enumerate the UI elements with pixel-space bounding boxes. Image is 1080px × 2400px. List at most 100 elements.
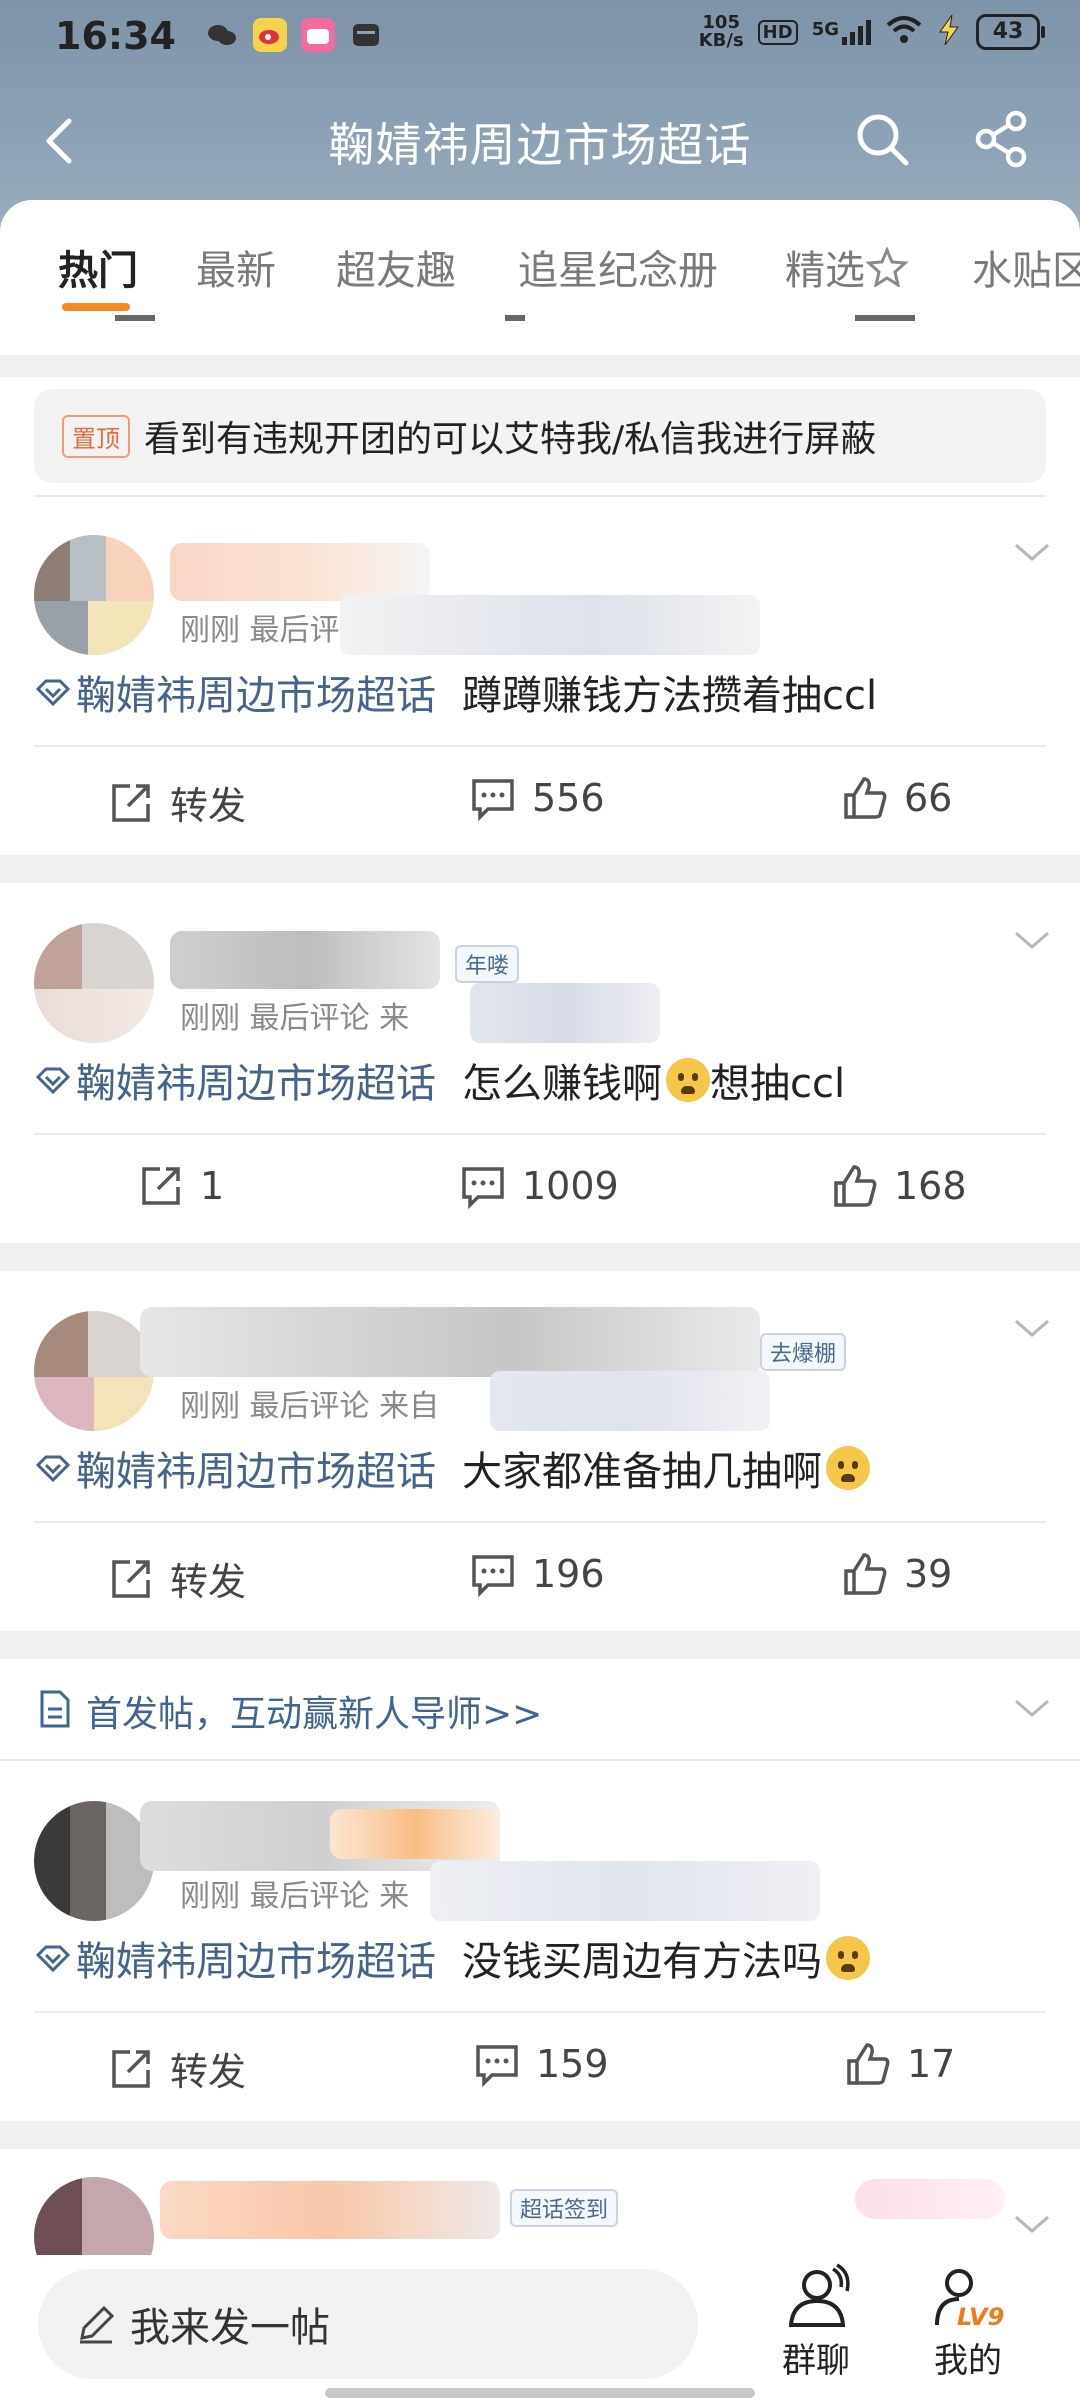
thumbs-up-icon (844, 777, 887, 819)
search-icon[interactable] (852, 109, 912, 169)
repost-button[interactable]: 转发 (108, 2041, 246, 2096)
repost-button[interactable]: 1 (138, 1163, 224, 1209)
tab-memorial[interactable]: 追星纪念册 (518, 238, 718, 296)
avatar[interactable] (34, 535, 154, 655)
avatar[interactable] (34, 923, 154, 1043)
tab-featured-label: 精选 (785, 248, 865, 294)
promo-banner[interactable]: 首发帖，互动赢新人导师>> (0, 1659, 1080, 1761)
bottom-bar: 我来发一帖 群聊 LV9 我的 (0, 2255, 1080, 2400)
like-count: 39 (904, 1552, 953, 1596)
repost-label: 转发 (170, 1560, 247, 1604)
title-bar: 鞠婧祎周边市场超话 (0, 95, 1080, 185)
group-chat-label: 群聊 (782, 2341, 850, 2381)
compose-placeholder: 我来发一帖 (130, 2305, 330, 2351)
mine-button[interactable]: LV9 我的 (918, 2263, 1018, 2382)
net-speed: 105 KB/s (699, 14, 744, 50)
username-blurred[interactable] (160, 2181, 500, 2239)
repost-button[interactable]: 转发 (108, 775, 246, 830)
post-actions: 转发 196 39 (0, 1523, 1080, 1631)
repost-icon (142, 1167, 180, 1205)
profile-level-icon: LV9 (935, 2269, 1004, 2331)
vip-badge-blurred (330, 1809, 500, 1859)
tab-active-indicator (62, 303, 130, 311)
tab-bar: 热门 最新 超友趣 追星纪念册 精选 水贴区 (0, 200, 1080, 315)
comment-icon (476, 2045, 518, 2087)
chevron-down-icon[interactable] (1012, 1313, 1052, 1343)
repost-icon (112, 2049, 150, 2088)
chevron-down-icon[interactable] (1012, 1693, 1052, 1723)
topic-link[interactable]: 鞠婧祎周边市场超话 (76, 663, 436, 721)
comment-count: 556 (532, 776, 605, 820)
post-card[interactable]: 刚刚 最后评论 来 鞠婧祎周边市场超话 没钱买周边有方法吗 转发 159 17 (0, 1761, 1080, 2121)
comment-button[interactable]: 159 (474, 2041, 609, 2087)
comment-count: 159 (536, 2042, 609, 2086)
wallet-icon (349, 18, 383, 52)
page-title: 鞠婧祎周边市场超话 (328, 118, 752, 172)
pinned-notice[interactable]: 置顶 看到有违规开团的可以艾特我/私信我进行屏蔽 (0, 377, 1080, 495)
post-content[interactable]: 鞠婧祎周边市场超话 怎么赚钱啊 想抽ccl (34, 1051, 845, 1109)
comment-count: 196 (532, 1552, 605, 1596)
bilibili-icon (301, 18, 335, 52)
comment-button[interactable]: 1009 (460, 1163, 619, 1209)
topic-link[interactable]: 鞠婧祎周边市场超话 (76, 1051, 436, 1109)
mine-label: 我的 (934, 2341, 1002, 2381)
group-chat-icon (788, 2263, 850, 2327)
tab-latest[interactable]: 最新 (196, 238, 276, 296)
wechat-icon (205, 18, 239, 52)
post-meta: 刚刚 最后评 (180, 613, 340, 648)
post-content[interactable]: 鞠婧祎周边市场超话 大家都准备抽几抽啊 (34, 1439, 870, 1497)
like-count: 17 (907, 2042, 956, 2086)
chevron-down-icon[interactable] (1012, 537, 1052, 567)
repost-icon (112, 783, 150, 822)
meta-blurred (430, 1861, 820, 1921)
decoration-sticker (855, 2179, 1005, 2219)
document-icon (40, 1690, 70, 1728)
pinned-box: 置顶 看到有违规开团的可以艾特我/私信我进行屏蔽 (34, 389, 1046, 483)
post-text: 大家都准备抽几抽啊 (462, 1449, 822, 1495)
meta-blurred (490, 1371, 770, 1431)
topic-link[interactable]: 鞠婧祎周边市场超话 (76, 1439, 436, 1497)
home-indicator[interactable] (325, 2388, 755, 2398)
tab-featured[interactable]: 精选 (785, 238, 909, 296)
comment-button[interactable]: 556 (470, 775, 605, 821)
chevron-down-icon[interactable] (1012, 2209, 1052, 2239)
section-gap (0, 855, 1080, 883)
pinned-badge: 置顶 (62, 414, 130, 458)
tab-water[interactable]: 水贴区 (972, 238, 1080, 296)
group-chat-button[interactable]: 群聊 (766, 2263, 866, 2382)
like-button[interactable]: 168 (832, 1163, 967, 1209)
post-content[interactable]: 鞠婧祎周边市场超话 没钱买周边有方法吗 (34, 1929, 870, 1987)
post-card[interactable]: 刚刚 最后评 鞠婧祎周边市场超话 蹲蹲赚钱方法攒着抽ccl 转发 556 66 (0, 495, 1080, 855)
username-blurred[interactable] (140, 1307, 760, 1377)
username-blurred[interactable] (170, 543, 430, 601)
stub-like-icon (855, 315, 915, 321)
comment-button[interactable]: 196 (470, 1551, 605, 1597)
avatar[interactable] (34, 1801, 154, 1921)
like-button[interactable]: 17 (845, 2041, 955, 2087)
post-content[interactable]: 鞠婧祎周边市场超话 蹲蹲赚钱方法攒着抽ccl (34, 663, 877, 721)
feed: 置顶 看到有违规开团的可以艾特我/私信我进行屏蔽 刚刚 最后评 鞠婧祎周边市场超… (0, 315, 1080, 2349)
like-button[interactable]: 66 (842, 775, 952, 821)
chevron-down-icon[interactable] (1012, 925, 1052, 955)
post-actions: 转发 159 17 (0, 2013, 1080, 2121)
thinking-face-emoji (826, 1446, 870, 1490)
comment-icon (472, 1555, 514, 1597)
like-button[interactable]: 39 (842, 1551, 952, 1597)
share-icon[interactable] (972, 109, 1032, 169)
topic-link[interactable]: 鞠婧祎周边市场超话 (76, 1929, 436, 1987)
username-blurred[interactable] (170, 931, 440, 989)
charging-icon (936, 14, 962, 50)
avatar[interactable] (34, 1311, 154, 1431)
tab-fun[interactable]: 超友趣 (336, 238, 456, 296)
repost-button[interactable]: 转发 (108, 1551, 246, 1606)
section-gap (0, 355, 1080, 377)
post-card[interactable]: 年喽 刚刚 最后评论 来 鞠婧祎周边市场超话 怎么赚钱啊 想抽ccl 1 100… (0, 883, 1080, 1243)
compose-button[interactable]: 我来发一帖 (38, 2269, 698, 2379)
signal-label: 5G (811, 19, 839, 40)
section-gap (0, 2121, 1080, 2149)
stub-repost-icon (115, 315, 155, 321)
tab-hot[interactable]: 热门 (58, 238, 138, 296)
post-card[interactable]: 去爆棚 刚刚 最后评论 来自 鞠婧祎周边市场超话 大家都准备抽几抽啊 转发 19… (0, 1271, 1080, 1631)
signal-icon: 5G (812, 19, 872, 45)
status-bar: 16:34 105 KB/s HD 5G 43 (0, 0, 1080, 80)
